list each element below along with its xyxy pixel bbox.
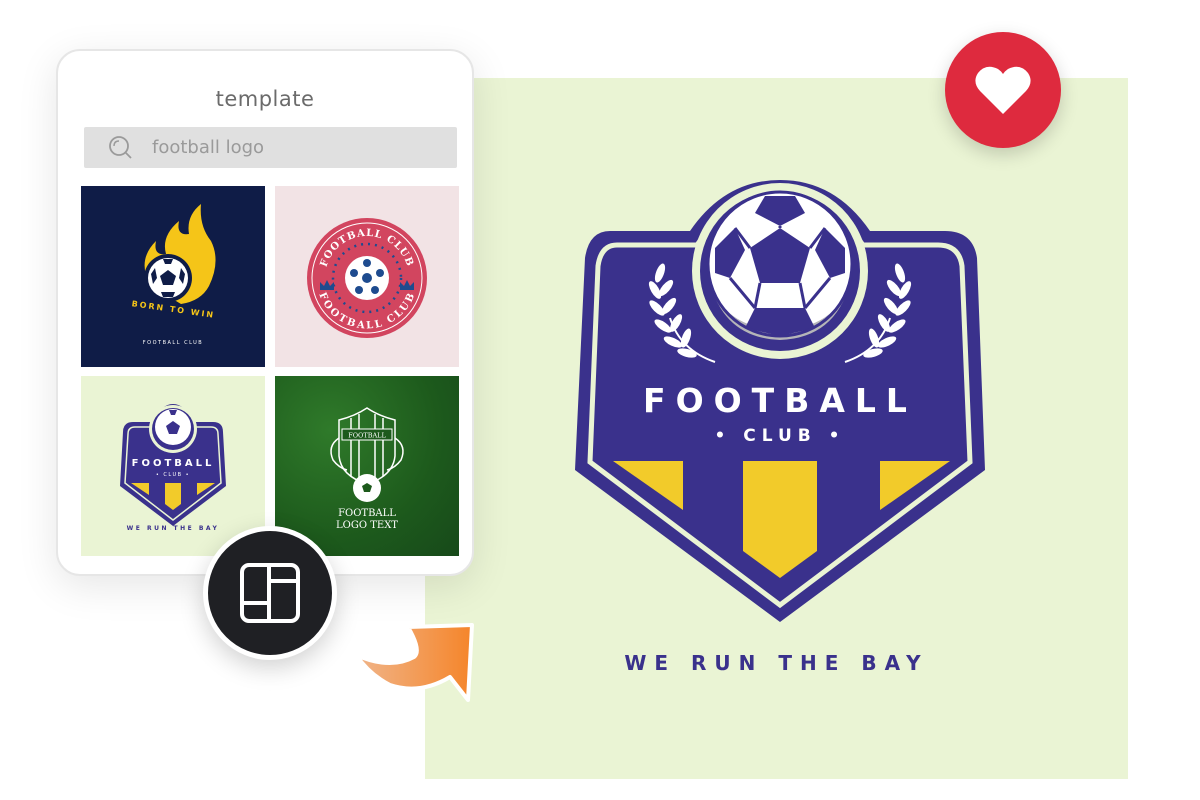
- template-tile-football-logo-text[interactable]: FOOTBALL FOOTBALL LOGO TEXT: [275, 376, 459, 556]
- logo-subline: • CLUB •: [714, 426, 845, 446]
- search-icon: [108, 135, 134, 161]
- layout-button[interactable]: [203, 526, 337, 660]
- template-panel: template football logo BORN TO WIN FOOTB…: [56, 49, 474, 576]
- curved-arrow-icon: [354, 623, 474, 702]
- favorite-button[interactable]: [945, 32, 1061, 148]
- tile-banner-text: FOOTBALL: [348, 432, 386, 440]
- soccer-ball-icon: [706, 190, 854, 340]
- search-query[interactable]: football logo: [152, 137, 264, 158]
- search-input[interactable]: football logo: [84, 127, 457, 168]
- tile-line-2: LOGO TEXT: [336, 520, 398, 531]
- logo-tagline: WE RUN THE BAY: [624, 651, 929, 675]
- panel-title: template: [215, 87, 315, 111]
- logo-headline: FOOTBALL: [643, 381, 917, 420]
- template-tile-football-club-badge[interactable]: FOOTBALL CLUB FOOTBALL CLUB: [275, 186, 459, 367]
- template-tile-born-to-win[interactable]: BORN TO WIN FOOTBALL CLUB: [81, 186, 265, 367]
- tile-tagline: WE RUN THE BAY: [127, 525, 220, 532]
- template-tile-we-run-the-bay[interactable]: FOOTBALL • CLUB • WE RUN THE BAY: [81, 376, 265, 556]
- logo-preview-panel: FOOTBALL • CLUB • WE RUN THE BAY: [425, 78, 1128, 779]
- layout-grid-icon: [240, 563, 300, 623]
- tile-line-1: FOOTBALL: [338, 508, 396, 519]
- tile-subline: • CLUB •: [156, 472, 190, 478]
- tile-subline: FOOTBALL CLUB: [143, 340, 203, 346]
- tile-headline: FOOTBALL: [132, 458, 215, 469]
- tile-headline: BORN TO WIN: [131, 299, 216, 320]
- heart-icon: [975, 66, 1031, 114]
